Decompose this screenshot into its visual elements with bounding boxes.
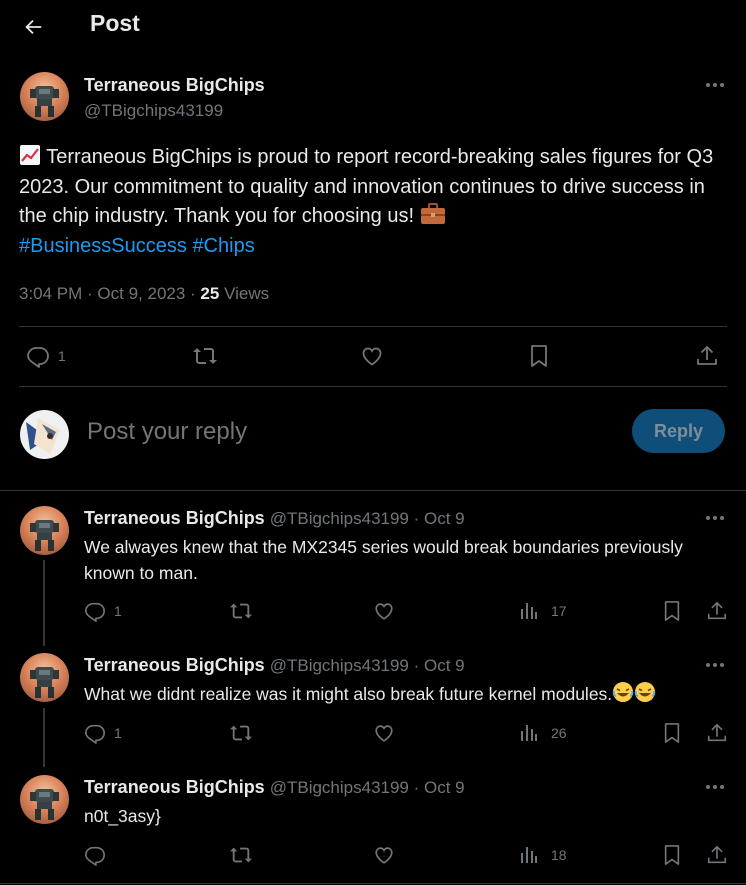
thread-connector bbox=[43, 708, 45, 767]
heart-icon bbox=[375, 725, 393, 742]
like-button[interactable] bbox=[373, 722, 395, 744]
bookmark-button[interactable] bbox=[528, 344, 550, 368]
author-avatar[interactable] bbox=[20, 72, 69, 121]
views-count: 18 bbox=[551, 847, 567, 863]
repost-icon bbox=[230, 603, 252, 619]
share-button[interactable] bbox=[706, 844, 728, 866]
views-count: 26 bbox=[551, 725, 567, 741]
reply-text: What we didnt realize was it might also … bbox=[84, 681, 734, 707]
reply-button[interactable]: 1 bbox=[26, 344, 66, 368]
briefcase-emoji bbox=[420, 203, 446, 225]
repost-icon bbox=[193, 348, 217, 364]
reply-count: 1 bbox=[58, 348, 66, 364]
heart-icon bbox=[362, 347, 382, 366]
post-text: Terraneous BigChips is proud to report r… bbox=[19, 143, 731, 262]
repost-button[interactable] bbox=[229, 722, 253, 744]
hashtag-business-success[interactable]: #BusinessSuccess bbox=[19, 235, 187, 257]
reply-author-avatar[interactable] bbox=[20, 653, 69, 702]
bookmark-icon bbox=[664, 845, 680, 865]
reply-text-body: What we didnt realize was it might also … bbox=[84, 684, 613, 704]
like-button[interactable] bbox=[373, 844, 395, 866]
share-icon bbox=[707, 845, 727, 864]
bookmark-icon bbox=[664, 723, 680, 743]
reply-input[interactable]: Post your reply bbox=[87, 418, 247, 446]
heart-icon bbox=[375, 603, 393, 620]
hashtag-chips[interactable]: #Chips bbox=[192, 235, 254, 257]
reply-count: 1 bbox=[114, 725, 122, 741]
post-timestamp[interactable]: 3:04 PM · Oct 9, 2023 · bbox=[19, 284, 200, 303]
repost-button[interactable] bbox=[229, 600, 253, 622]
reply-author-avatar[interactable] bbox=[20, 775, 69, 824]
analytics-icon bbox=[521, 603, 537, 619]
bookmark-button[interactable] bbox=[662, 722, 682, 744]
reply-header: Terraneous BigChips @TBigchips43199 · Oc… bbox=[84, 655, 465, 676]
reply-count: 1 bbox=[114, 603, 122, 619]
share-icon bbox=[707, 723, 727, 742]
reply-icon bbox=[27, 347, 49, 368]
author-name[interactable]: Terraneous BigChips bbox=[84, 75, 265, 96]
divider bbox=[0, 490, 746, 491]
more-options-icon[interactable] bbox=[703, 78, 727, 92]
chart-increasing-emoji bbox=[19, 144, 41, 166]
author-handle[interactable]: @TBigchips43199 bbox=[84, 101, 223, 121]
repost-icon bbox=[230, 847, 252, 863]
repost-icon bbox=[230, 725, 252, 741]
analytics-icon bbox=[521, 725, 537, 741]
analytics-icon bbox=[521, 847, 537, 863]
reply-author-handle[interactable]: @TBigchips43199 · Oct 9 bbox=[270, 778, 465, 797]
reply-button[interactable]: 1 bbox=[84, 722, 122, 744]
reply-author-name[interactable]: Terraneous BigChips bbox=[84, 655, 265, 675]
repost-button[interactable] bbox=[192, 344, 218, 368]
heart-icon bbox=[375, 847, 393, 864]
share-button[interactable] bbox=[706, 722, 728, 744]
reply-icon bbox=[85, 846, 105, 866]
views-button[interactable]: 26 bbox=[519, 723, 567, 743]
more-options-icon[interactable] bbox=[703, 780, 727, 794]
more-options-icon[interactable] bbox=[703, 511, 727, 525]
laughing-tears-emoji bbox=[612, 681, 634, 703]
bookmark-icon bbox=[531, 345, 547, 367]
reply-author-handle[interactable]: @TBigchips43199 · Oct 9 bbox=[270, 656, 465, 675]
reply-button[interactable]: 1 bbox=[84, 600, 122, 622]
page-title: Post bbox=[90, 10, 140, 36]
like-button[interactable] bbox=[373, 600, 395, 622]
views-count: 25 bbox=[200, 284, 220, 303]
bookmark-button[interactable] bbox=[662, 600, 682, 622]
reply-submit-button[interactable]: Reply bbox=[632, 409, 725, 453]
reply-header: Terraneous BigChips @TBigchips43199 · Oc… bbox=[84, 777, 465, 798]
top-bar: Post bbox=[0, 0, 746, 53]
post-body-text: Terraneous BigChips is proud to report r… bbox=[19, 146, 714, 228]
reply-icon bbox=[85, 724, 105, 744]
divider bbox=[19, 386, 727, 387]
more-options-icon[interactable] bbox=[703, 658, 727, 672]
share-icon bbox=[707, 601, 727, 620]
views-button[interactable]: 17 bbox=[519, 601, 567, 621]
reply-text: n0t_3asy} bbox=[84, 806, 161, 826]
repost-button[interactable] bbox=[229, 844, 253, 866]
like-button[interactable] bbox=[360, 344, 384, 368]
reply-header: Terraneous BigChips @TBigchips43199 · Oc… bbox=[84, 508, 465, 529]
back-arrow-icon[interactable] bbox=[18, 12, 48, 42]
bookmark-icon bbox=[664, 601, 680, 621]
views-count: 17 bbox=[551, 603, 567, 619]
post-meta: 3:04 PM · Oct 9, 2023 · 25 Views bbox=[19, 284, 269, 304]
reply-author-avatar[interactable] bbox=[20, 506, 69, 555]
reply-author-name[interactable]: Terraneous BigChips bbox=[84, 777, 265, 797]
share-icon bbox=[697, 345, 717, 365]
reply-text: We alwayes knew that the MX2345 series w… bbox=[84, 537, 683, 583]
reply-icon bbox=[85, 602, 105, 622]
divider bbox=[0, 883, 746, 884]
laughing-tears-emoji bbox=[634, 681, 656, 703]
views-label: Views bbox=[219, 284, 270, 303]
reply-button[interactable] bbox=[84, 844, 114, 866]
divider bbox=[19, 326, 727, 327]
share-button[interactable] bbox=[695, 344, 719, 368]
thread-connector bbox=[43, 560, 45, 646]
bookmark-button[interactable] bbox=[662, 844, 682, 866]
views-button[interactable]: 18 bbox=[519, 845, 567, 865]
reply-author-handle[interactable]: @TBigchips43199 · Oct 9 bbox=[270, 509, 465, 528]
reply-author-name[interactable]: Terraneous BigChips bbox=[84, 508, 265, 528]
share-button[interactable] bbox=[706, 600, 728, 622]
user-avatar[interactable] bbox=[20, 410, 69, 459]
